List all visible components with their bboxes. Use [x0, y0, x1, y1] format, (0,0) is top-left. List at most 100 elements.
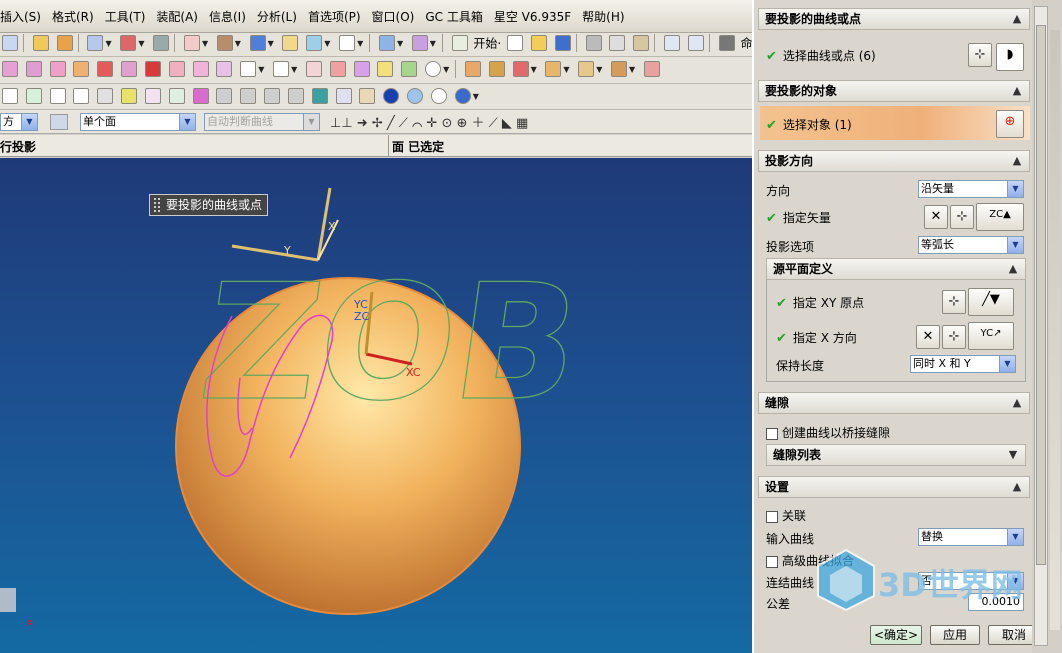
shade-icon[interactable] [306, 35, 323, 51]
menu-item-9[interactable]: 星空 V6.935F [494, 8, 571, 25]
vector-dialog-button-2[interactable]: ⊹ [942, 325, 966, 349]
tool-i-icon[interactable] [192, 61, 209, 77]
filter-icon[interactable] [50, 114, 68, 130]
keep-length-select[interactable]: 同时 X 和 Y ▼ [910, 355, 1016, 373]
circle-icon[interactable] [425, 61, 442, 77]
menu-item-6[interactable]: 首选项(P) [308, 8, 361, 25]
snap-icon[interactable] [120, 35, 137, 51]
type-filter[interactable]: 方 ▼ [0, 113, 38, 131]
point-icon[interactable] [430, 88, 447, 104]
select-icon[interactable] [2, 35, 18, 51]
more-icon[interactable] [153, 35, 170, 51]
ring-icon[interactable] [407, 88, 424, 104]
bridge-checkbox[interactable] [766, 427, 778, 440]
gap-list-section[interactable]: 缝隙列表 ▼ [766, 444, 1026, 466]
point-type-button[interactable]: ╱▼ [968, 288, 1014, 316]
box-g-icon[interactable] [287, 88, 304, 104]
reverse-direction-button[interactable]: ✕ [924, 205, 948, 229]
tool-n-icon[interactable] [377, 61, 394, 77]
graphics-viewport[interactable]: ZOB Y X YC ZC XC X 要投影的曲线或点 [0, 158, 752, 653]
calendar-icon[interactable] [335, 88, 352, 104]
tool-f-icon[interactable] [121, 61, 138, 77]
collapse-icon[interactable]: ▲ [1009, 153, 1025, 169]
command-finder-label[interactable]: 命令 [741, 37, 752, 51]
box-c-icon[interactable] [49, 88, 66, 104]
cross-icon[interactable] [144, 88, 161, 104]
tool-k-icon[interactable] [305, 61, 322, 77]
bridge-gap-row[interactable]: 创建曲线以桥接缝隙 [766, 424, 890, 441]
menu-item-2[interactable]: 工具(T) [105, 8, 146, 25]
tool-o-icon[interactable] [401, 61, 418, 77]
gear-icon[interactable] [192, 88, 209, 104]
new-icon[interactable] [507, 35, 524, 51]
section-direction[interactable]: 投影方向 ▲ [758, 150, 1030, 172]
start-icon[interactable] [451, 35, 468, 51]
cube-icon[interactable] [249, 35, 266, 51]
render-icon[interactable] [216, 35, 233, 51]
menu-item-3[interactable]: 装配(A) [156, 8, 198, 25]
start-menu[interactable]: 开始· [473, 37, 501, 51]
half-circle-icon[interactable] [454, 88, 471, 104]
associative-row[interactable]: 关联 [766, 507, 806, 524]
section-curves[interactable]: 要投影的曲线或点 ▲ [758, 8, 1030, 30]
menu-item-5[interactable]: 分析(L) [257, 8, 297, 25]
row-curves[interactable]: ✔ 选择曲线或点 (6) [766, 47, 876, 64]
adv-fit-checkbox[interactable] [766, 555, 778, 568]
row-objects[interactable]: ✔ 选择对象 (1) [766, 116, 852, 133]
tool-j-icon[interactable] [216, 61, 233, 77]
section-settings[interactable]: 设置 ▲ [758, 476, 1030, 498]
tool-l-icon[interactable] [329, 61, 346, 77]
menu-item-4[interactable]: 信息(I) [209, 8, 246, 25]
x-vector-type-button[interactable]: YC↗ [968, 322, 1014, 350]
vector-dialog-button[interactable]: ⊹ [950, 205, 974, 229]
collapse-icon[interactable]: ▲ [1009, 479, 1025, 495]
section-objects[interactable]: 要投影的对象 ▲ [758, 80, 1030, 102]
section-source-plane[interactable]: 源平面定义 ▲ [766, 258, 1026, 280]
snap-icons[interactable]: ⊥⊥ ➜ ✢ ╱ ⟋ ⌒ ✛ ⊙ ⊕ ＋ ⟋ ◣ ▦ [330, 112, 528, 131]
collapse-icon[interactable]: ▲ [1005, 261, 1021, 277]
section-gap[interactable]: 缝隙 ▲ [758, 392, 1030, 414]
slope-icon[interactable] [168, 88, 185, 104]
associative-checkbox[interactable] [766, 510, 778, 523]
box-b-icon[interactable] [25, 88, 42, 104]
edit-icon[interactable] [32, 35, 49, 51]
command-finder-icon[interactable] [718, 35, 735, 51]
tool-s-icon[interactable] [545, 61, 562, 77]
collapse-icon[interactable]: ▲ [1009, 83, 1025, 99]
dot-icon[interactable] [383, 88, 400, 104]
menu-item-1[interactable]: 格式(R) [52, 8, 94, 25]
tool-c-icon[interactable] [49, 61, 66, 77]
direction-select[interactable]: 沿矢量 ▼ [918, 180, 1024, 198]
object-select-button[interactable]: ⊕ [996, 110, 1024, 138]
cut-icon[interactable] [585, 35, 602, 51]
undo-icon[interactable] [664, 35, 681, 51]
box-f-icon[interactable] [264, 88, 281, 104]
tool-b-icon[interactable] [25, 61, 42, 77]
collapse-icon[interactable]: ▲ [1009, 395, 1025, 411]
point-dialog-button-2[interactable]: ⊹ [942, 290, 966, 314]
box-a-icon[interactable] [2, 88, 18, 104]
menu-item-8[interactable]: GC 工具箱 [425, 8, 483, 25]
move-icon[interactable] [411, 35, 428, 51]
tool-v-icon[interactable] [643, 61, 660, 77]
scope-filter[interactable]: 单个面 ▼ [80, 113, 196, 131]
redo-icon[interactable] [687, 35, 704, 51]
open-icon[interactable] [530, 35, 547, 51]
tool-h-icon[interactable] [168, 61, 185, 77]
menu-item-7[interactable]: 窗口(O) [372, 8, 415, 25]
box-h-icon[interactable] [359, 88, 376, 104]
triangle-icon[interactable] [121, 88, 138, 104]
layer-icon[interactable] [282, 35, 299, 51]
expand-icon[interactable]: ▼ [1005, 447, 1021, 463]
save-icon[interactable] [554, 35, 571, 51]
tool-q-icon[interactable] [488, 61, 505, 77]
resource-tabs[interactable] [1050, 30, 1060, 630]
tool-t-icon[interactable] [578, 61, 595, 77]
monitor-icon[interactable] [311, 88, 328, 104]
input-curve-select[interactable]: 替换 ▼ [918, 528, 1024, 546]
frame-icon[interactable] [339, 35, 356, 51]
tool-m-icon[interactable] [353, 61, 370, 77]
scroll-thumb[interactable] [1036, 25, 1046, 565]
transform-icon[interactable] [378, 35, 395, 51]
menu-item-0[interactable]: 插入(S) [0, 8, 41, 25]
